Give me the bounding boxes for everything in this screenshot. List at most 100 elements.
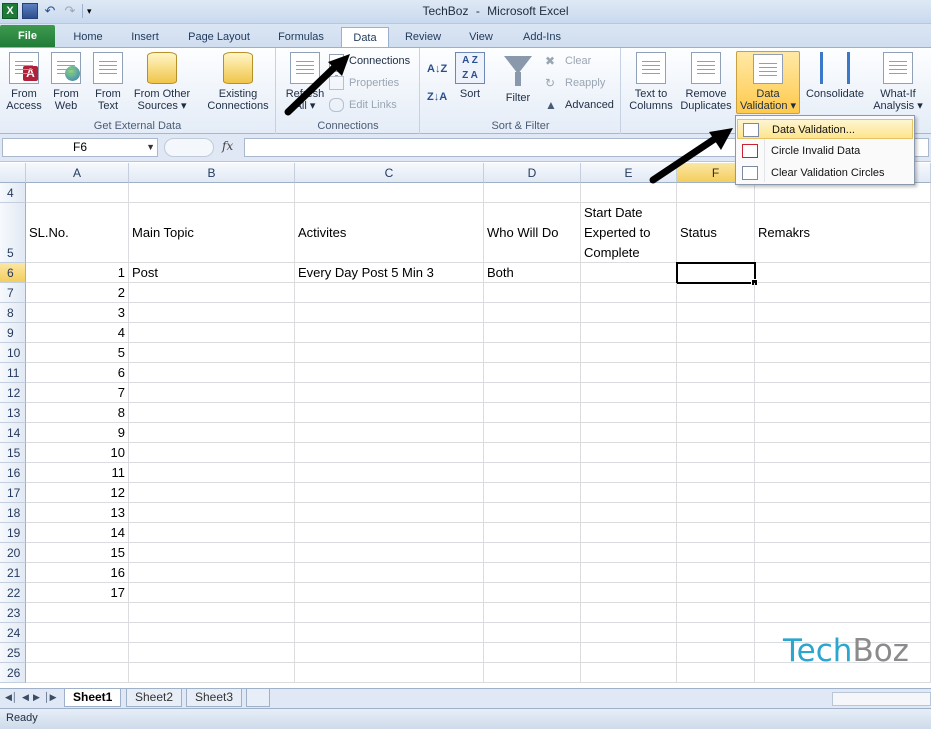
grid-cell[interactable] bbox=[129, 623, 295, 643]
grid-cell[interactable]: 17 bbox=[26, 583, 129, 603]
existing-connections-button[interactable]: Existing Connections bbox=[202, 52, 274, 112]
name-box-dropdown-icon[interactable]: ▼ bbox=[146, 139, 155, 156]
grid-cell[interactable] bbox=[581, 303, 677, 323]
grid-cell[interactable] bbox=[26, 623, 129, 643]
grid-cell[interactable] bbox=[295, 583, 484, 603]
row-header[interactable]: 22 bbox=[0, 583, 26, 603]
grid-cell[interactable] bbox=[295, 543, 484, 563]
grid-cell[interactable] bbox=[295, 443, 484, 463]
grid-cell[interactable]: 12 bbox=[26, 483, 129, 503]
grid-cell[interactable]: 2 bbox=[26, 283, 129, 303]
grid-cell[interactable] bbox=[484, 543, 581, 563]
grid-cell[interactable] bbox=[677, 303, 755, 323]
grid-cell[interactable] bbox=[677, 363, 755, 383]
grid-cell[interactable] bbox=[484, 403, 581, 423]
grid-cell[interactable] bbox=[581, 383, 677, 403]
header-cell-activities[interactable]: Activites bbox=[295, 203, 484, 263]
row-header[interactable]: 5 bbox=[0, 203, 26, 263]
grid-cell[interactable]: 9 bbox=[26, 423, 129, 443]
grid-cell[interactable] bbox=[129, 323, 295, 343]
grid-cell[interactable] bbox=[581, 323, 677, 343]
row-header[interactable]: 25 bbox=[0, 643, 26, 663]
grid-cell[interactable] bbox=[295, 403, 484, 423]
last-sheet-icon[interactable]: │▶ bbox=[44, 692, 57, 703]
grid-cell[interactable] bbox=[129, 403, 295, 423]
menu-item-data-validation[interactable]: Data Validation... bbox=[737, 119, 913, 139]
cell-activities[interactable]: Every Day Post 5 Min 3 bbox=[295, 263, 484, 283]
grid-cell[interactable] bbox=[677, 623, 755, 643]
grid-cell[interactable] bbox=[129, 563, 295, 583]
grid-cell[interactable] bbox=[484, 363, 581, 383]
grid-cell[interactable] bbox=[581, 623, 677, 643]
grid-cell[interactable] bbox=[295, 483, 484, 503]
grid-cell[interactable] bbox=[581, 483, 677, 503]
row-header[interactable]: 24 bbox=[0, 623, 26, 643]
insert-sheet-icon[interactable] bbox=[246, 689, 270, 707]
from-text-button[interactable]: From Text bbox=[88, 52, 128, 112]
row-header[interactable]: 14 bbox=[0, 423, 26, 443]
grid-cell[interactable] bbox=[581, 503, 677, 523]
grid-cell[interactable] bbox=[677, 443, 755, 463]
grid-cell[interactable] bbox=[677, 343, 755, 363]
grid-cell[interactable] bbox=[755, 503, 931, 523]
tab-review[interactable]: Review bbox=[396, 27, 450, 48]
grid-cell[interactable] bbox=[581, 663, 677, 683]
grid-cell[interactable] bbox=[129, 523, 295, 543]
grid-cell[interactable] bbox=[295, 383, 484, 403]
menu-item-clear-circles[interactable]: Clear Validation Circles bbox=[737, 163, 913, 183]
grid-cell[interactable] bbox=[581, 603, 677, 623]
grid-cell[interactable] bbox=[484, 483, 581, 503]
grid-cell[interactable] bbox=[581, 443, 677, 463]
menu-item-circle-invalid[interactable]: Circle Invalid Data bbox=[737, 141, 913, 161]
grid-cell[interactable] bbox=[295, 523, 484, 543]
grid-cell[interactable] bbox=[295, 363, 484, 383]
row-header[interactable]: 16 bbox=[0, 463, 26, 483]
tab-page-layout[interactable]: Page Layout bbox=[178, 27, 260, 48]
filter-button[interactable]: Filter bbox=[499, 52, 537, 104]
sheet-tab-sheet3[interactable]: Sheet3 bbox=[186, 689, 243, 707]
tab-formulas[interactable]: Formulas bbox=[268, 27, 334, 48]
clear-filter-button[interactable]: ✖ Clear bbox=[545, 52, 591, 70]
grid-cell[interactable] bbox=[484, 443, 581, 463]
grid-cell[interactable] bbox=[484, 323, 581, 343]
data-validation-button[interactable]: Data Validation ▾ bbox=[736, 51, 800, 114]
grid-cell[interactable] bbox=[677, 523, 755, 543]
grid-cell[interactable] bbox=[129, 643, 295, 663]
grid-cell[interactable]: 4 bbox=[26, 323, 129, 343]
consolidate-button[interactable]: Consolidate bbox=[802, 52, 868, 100]
grid-cell[interactable] bbox=[677, 643, 755, 663]
row-header[interactable]: 13 bbox=[0, 403, 26, 423]
grid-cell[interactable] bbox=[755, 383, 931, 403]
grid-cell[interactable] bbox=[755, 423, 931, 443]
header-cell-main-topic[interactable]: Main Topic bbox=[129, 203, 295, 263]
header-cell-remarks[interactable]: Remakrs bbox=[755, 203, 931, 263]
grid-cell[interactable] bbox=[581, 403, 677, 423]
grid-cell[interactable] bbox=[677, 483, 755, 503]
grid-cell[interactable] bbox=[484, 383, 581, 403]
grid-cell[interactable] bbox=[484, 643, 581, 663]
grid-cell[interactable] bbox=[129, 363, 295, 383]
tab-view[interactable]: View bbox=[458, 27, 504, 48]
grid-cell[interactable] bbox=[484, 183, 581, 203]
grid-cell[interactable] bbox=[677, 563, 755, 583]
grid-cell[interactable] bbox=[677, 603, 755, 623]
grid-cell[interactable] bbox=[484, 523, 581, 543]
grid-cell[interactable] bbox=[295, 623, 484, 643]
grid-cell[interactable] bbox=[484, 563, 581, 583]
row-header[interactable]: 20 bbox=[0, 543, 26, 563]
grid-cell[interactable] bbox=[755, 523, 931, 543]
grid-cell[interactable] bbox=[295, 303, 484, 323]
grid-cell[interactable]: 3 bbox=[26, 303, 129, 323]
grid-cell[interactable] bbox=[129, 343, 295, 363]
grid-cell[interactable] bbox=[755, 363, 931, 383]
select-all-corner[interactable] bbox=[0, 163, 26, 183]
grid-cell[interactable] bbox=[581, 643, 677, 663]
remove-duplicates-button[interactable]: Remove Duplicates bbox=[678, 52, 734, 112]
row-header[interactable]: 15 bbox=[0, 443, 26, 463]
column-header-a[interactable]: A bbox=[26, 163, 129, 183]
grid-cell[interactable] bbox=[755, 343, 931, 363]
tab-file[interactable]: File bbox=[0, 25, 55, 48]
grid-cell[interactable] bbox=[129, 303, 295, 323]
grid-cell[interactable] bbox=[581, 563, 677, 583]
grid-cell[interactable]: 5 bbox=[26, 343, 129, 363]
